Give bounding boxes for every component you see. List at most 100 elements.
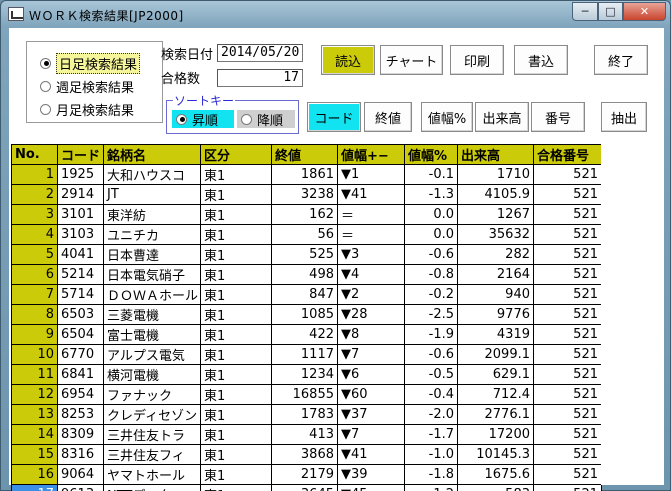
pass-number[interactable]: 521 [533, 364, 602, 385]
market[interactable]: 東1 [200, 444, 272, 465]
header-pass-number[interactable]: 合格番号 [533, 144, 602, 165]
volume[interactable]: 35632 [457, 224, 534, 245]
header-close[interactable]: 終値 [271, 144, 338, 165]
volume[interactable]: 940 [457, 284, 534, 305]
print-button[interactable]: 印刷 [450, 45, 504, 75]
stock-name[interactable]: NTTデータ [103, 484, 201, 491]
pass-number[interactable]: 521 [533, 304, 602, 325]
radio-monthly-dot[interactable] [40, 103, 51, 115]
radio-daily[interactable]: 日足検索結果 [40, 52, 141, 74]
price-change[interactable]: ▼37 [337, 404, 405, 425]
minimize-button[interactable]: ─ [572, 2, 598, 21]
stock-code[interactable]: 9613 [57, 484, 104, 491]
close-price[interactable]: 162 [271, 204, 338, 225]
price-change[interactable]: ▼39 [337, 464, 405, 485]
header-change[interactable]: 値幅+− [337, 144, 405, 165]
table-row[interactable]: 7 5714 ＤＯＷＡホール 東1 847 ▼2 -0.2 940 521 [11, 284, 602, 305]
change-pct[interactable]: 0.0 [404, 204, 458, 225]
row-number[interactable]: 4 [11, 224, 58, 245]
volume[interactable]: 2099.1 [457, 344, 534, 365]
row-number[interactable]: 1 [11, 164, 58, 185]
pass-number[interactable]: 521 [533, 384, 602, 405]
price-change[interactable]: ▼6 [337, 364, 405, 385]
volume[interactable]: 10145.3 [457, 444, 534, 465]
stock-code[interactable]: 5714 [57, 284, 104, 305]
market[interactable]: 東1 [200, 244, 272, 265]
market[interactable]: 東1 [200, 404, 272, 425]
stock-name[interactable]: 大和ハウスコ [103, 164, 201, 185]
change-pct[interactable]: -0.4 [404, 384, 458, 405]
date-field[interactable]: 2014/05/20 [217, 44, 303, 62]
price-change[interactable]: ▼7 [337, 424, 405, 445]
table-row[interactable]: 5 4041 日本曹達 東1 525 ▼3 -0.6 282 521 [11, 244, 602, 265]
chart-button[interactable]: チャート [380, 45, 443, 75]
volume[interactable]: 4319 [457, 324, 534, 345]
stock-code[interactable]: 2914 [57, 184, 104, 205]
market[interactable]: 東1 [200, 424, 272, 445]
change-pct[interactable]: -1.2 [404, 484, 458, 491]
stock-name[interactable]: 三井住友トラ [103, 424, 201, 445]
change-pct[interactable]: -0.8 [404, 264, 458, 285]
volume[interactable]: 9776 [457, 304, 534, 325]
close-button[interactable]: ✕ [623, 2, 666, 21]
market[interactable]: 東1 [200, 184, 272, 205]
volume[interactable]: 1267 [457, 204, 534, 225]
close-price[interactable]: 56 [271, 224, 338, 245]
sort-close-button[interactable]: 終値 [364, 102, 412, 132]
market[interactable]: 東1 [200, 324, 272, 345]
header-market[interactable]: 区分 [200, 144, 272, 165]
pass-number[interactable]: 521 [533, 204, 602, 225]
market[interactable]: 東1 [200, 364, 272, 385]
sort-ascending-label[interactable]: 昇順 [192, 110, 218, 129]
volume[interactable]: 4105.9 [457, 184, 534, 205]
change-pct[interactable]: -1.0 [404, 444, 458, 465]
row-number[interactable]: 5 [11, 244, 58, 265]
market[interactable]: 東1 [200, 384, 272, 405]
stock-name[interactable]: 三井住友フィ [103, 444, 201, 465]
change-pct[interactable]: -0.5 [404, 364, 458, 385]
pass-number[interactable]: 521 [533, 324, 602, 345]
row-number[interactable]: 8 [11, 304, 58, 325]
price-change[interactable]: ▼2 [337, 284, 405, 305]
header-volume[interactable]: 出来高 [457, 144, 534, 165]
price-change[interactable]: ▼7 [337, 344, 405, 365]
stock-name[interactable]: 東洋紡 [103, 204, 201, 225]
row-number[interactable]: 3 [11, 204, 58, 225]
close-price[interactable]: 3868 [271, 444, 338, 465]
close-price[interactable]: 1085 [271, 304, 338, 325]
stock-name[interactable]: アルプス電気 [103, 344, 201, 365]
stock-code[interactable]: 1925 [57, 164, 104, 185]
change-pct[interactable]: -2.0 [404, 404, 458, 425]
stock-code[interactable]: 3103 [57, 224, 104, 245]
pass-number[interactable]: 521 [533, 344, 602, 365]
sort-change-pct-button[interactable]: 値幅% [421, 102, 473, 132]
radio-weekly-dot[interactable] [40, 80, 51, 92]
market[interactable]: 東1 [200, 164, 272, 185]
table-row[interactable]: 2 2914 JT 東1 3238 ▼41 -1.3 4105.9 521 [11, 184, 602, 205]
close-price[interactable]: 1861 [271, 164, 338, 185]
pass-number[interactable]: 521 [533, 484, 602, 491]
stock-code[interactable]: 9064 [57, 464, 104, 485]
row-number[interactable]: 16 [11, 464, 58, 485]
volume[interactable]: 583 [457, 484, 534, 491]
pass-number[interactable]: 521 [533, 264, 602, 285]
radio-daily-label[interactable]: 日足検索結果 [56, 52, 141, 74]
price-change[interactable]: ▼41 [337, 184, 405, 205]
pass-number[interactable]: 521 [533, 464, 602, 485]
price-change[interactable]: ＝ [337, 224, 405, 245]
stock-code[interactable]: 5214 [57, 264, 104, 285]
stock-code[interactable]: 6841 [57, 364, 104, 385]
market[interactable]: 東1 [200, 284, 272, 305]
stock-code[interactable]: 4041 [57, 244, 104, 265]
pass-number[interactable]: 521 [533, 284, 602, 305]
stock-code[interactable]: 6503 [57, 304, 104, 325]
table-row[interactable]: 6 5214 日本電気硝子 東1 498 ▼4 -0.8 2164 521 [11, 264, 602, 285]
table-row[interactable]: 9 6504 富士電機 東1 422 ▼8 -1.9 4319 521 [11, 324, 602, 345]
close-price[interactable]: 1117 [271, 344, 338, 365]
table-row[interactable]: 14 8309 三井住友トラ 東1 413 ▼7 -1.7 17200 521 [11, 424, 602, 445]
change-pct[interactable]: -2.5 [404, 304, 458, 325]
radio-weekly-label[interactable]: 週足検索結果 [56, 77, 134, 96]
header-change-pct[interactable]: 値幅% [404, 144, 458, 165]
row-number[interactable]: 12 [11, 384, 58, 405]
price-change[interactable]: ▼3 [337, 244, 405, 265]
